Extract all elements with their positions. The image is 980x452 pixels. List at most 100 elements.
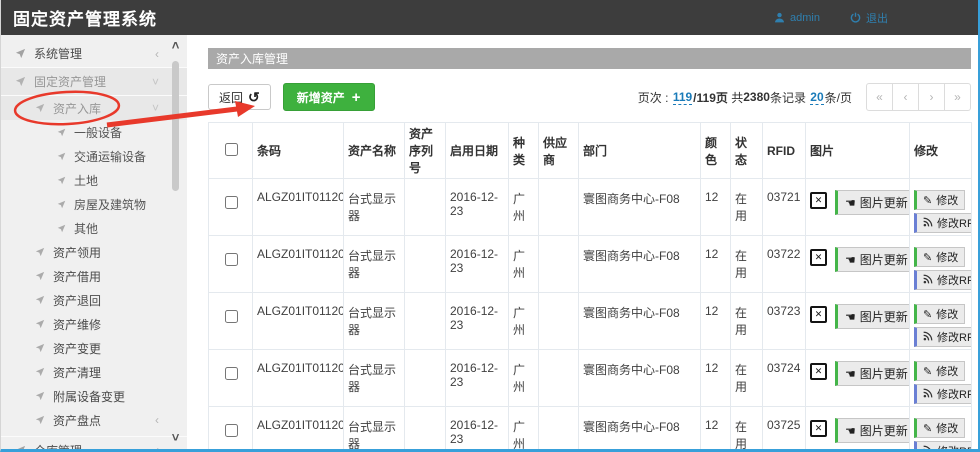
header-barcode: 条码 (253, 123, 344, 179)
hand-left-icon (845, 310, 856, 324)
cell-rfid: 03722 (763, 236, 806, 293)
update-image-button[interactable]: 图片更新 (835, 247, 910, 272)
edit-rfid-button[interactable]: 修改RFID (914, 384, 972, 404)
header-rfid: RFID (763, 123, 806, 179)
scroll-down-icon[interactable]: ˅ (168, 431, 183, 445)
sidebar-item-asset-inventory[interactable]: 资产盘点 ‹ (1, 408, 187, 432)
menu-arrow-icon (35, 367, 45, 377)
edit-button[interactable]: 修改 (914, 190, 965, 210)
prev-page-button[interactable]: ‹ (892, 83, 919, 111)
records-prefix: 共 (731, 89, 743, 106)
select-all-checkbox[interactable] (225, 143, 238, 156)
edit-icon (923, 422, 932, 435)
cell-serial (405, 179, 446, 236)
cell-category: 广州 (509, 179, 539, 236)
sidebar-item-transport-equipment[interactable]: 交通运输设备 (1, 144, 187, 168)
sidebar-item-asset-inbound[interactable]: 资产入库 ˅ (1, 96, 187, 120)
cell-start-date: 2016-12-23 (446, 350, 509, 407)
edit-icon (923, 365, 932, 378)
sidebar: 系统管理 ‹ 固定资产管理 ˅ 资产入库 ˅ 一般设备 交通运输设备 土地 房屋… (1, 35, 187, 449)
sidebar-item-asset-repair[interactable]: 资产维修 (1, 312, 187, 336)
pager-buttons: « ‹ › » (866, 83, 971, 111)
scrollbar-thumb[interactable] (172, 61, 179, 191)
sidebar-item-label: 其他 (74, 220, 98, 237)
sidebar-item-other[interactable]: 其他 (1, 216, 187, 240)
edit-rfid-label: 修改RFID (937, 215, 972, 231)
sidebar-item-asset-borrow[interactable]: 资产借用 (1, 264, 187, 288)
edit-button[interactable]: 修改 (914, 361, 965, 381)
row-checkbox[interactable] (225, 424, 238, 437)
sidebar-item-asset-return[interactable]: 资产退回 (1, 288, 187, 312)
cell-supplier (539, 350, 579, 407)
edit-button[interactable]: 修改 (914, 418, 965, 438)
edit-label: 修改 (936, 192, 958, 208)
edit-button[interactable]: 修改 (914, 304, 965, 324)
table-row: ALGZ01IT0112050017 台式显示器 2016-12-23 广州 寰… (209, 350, 972, 407)
sidebar-item-system-management[interactable]: 系统管理 ‹ (1, 40, 187, 68)
scroll-up-icon[interactable]: ˄ (168, 39, 183, 53)
cell-asset-name: 台式显示器 (344, 236, 405, 293)
user-menu[interactable]: admin (774, 12, 820, 24)
cell-status: 在用 (731, 350, 763, 407)
sidebar-item-asset-cleanup[interactable]: 资产清理 (1, 360, 187, 384)
sidebar-item-buildings[interactable]: 房屋及建筑物 (1, 192, 187, 216)
cell-serial (405, 407, 446, 452)
menu-arrow-icon (35, 271, 45, 281)
row-checkbox[interactable] (225, 196, 238, 209)
add-asset-button[interactable]: 新增资产 (283, 83, 375, 111)
first-page-button[interactable]: « (866, 83, 893, 111)
sidebar-item-asset-issue[interactable]: 资产领用 (1, 240, 187, 264)
logout-button[interactable]: 退出 (850, 10, 888, 26)
hand-left-icon (845, 367, 856, 381)
update-image-button[interactable]: 图片更新 (835, 304, 910, 329)
menu-arrow-icon (15, 76, 26, 87)
power-icon (850, 12, 861, 23)
panel-title-bar: 资产入库管理 (208, 48, 971, 69)
update-image-label: 图片更新 (860, 251, 908, 268)
row-checkbox[interactable] (225, 253, 238, 266)
sidebar-item-label: 资产借用 (53, 268, 101, 285)
edit-rfid-button[interactable]: 修改RFID (914, 327, 972, 347)
sidebar-item-fixed-asset-management[interactable]: 固定资产管理 ˅ (1, 68, 187, 96)
hand-left-icon (845, 424, 856, 438)
rss-icon (923, 217, 933, 230)
header-category: 种类 (509, 123, 539, 179)
header-status: 状态 (731, 123, 763, 179)
menu-arrow-icon (35, 319, 45, 329)
update-image-button[interactable]: 图片更新 (835, 190, 910, 215)
header-modify: 修改 (910, 123, 972, 179)
current-page-link[interactable]: 119 (673, 90, 692, 105)
edit-rfid-label: 修改RFID (937, 443, 972, 452)
menu-arrow-icon (35, 415, 45, 425)
total-pages: /119页 (693, 89, 728, 106)
cell-barcode: ALGZ01IT0112050018 (253, 407, 344, 452)
cell-start-date: 2016-12-23 (446, 293, 509, 350)
sidebar-item-asset-change[interactable]: 资产变更 (1, 336, 187, 360)
edit-rfid-button[interactable]: 修改RFID (914, 270, 972, 290)
edit-icon (923, 251, 932, 264)
edit-button[interactable]: 修改 (914, 247, 965, 267)
next-page-button[interactable]: › (918, 83, 945, 111)
per-page-suffix: 条/页 (825, 89, 852, 106)
row-checkbox[interactable] (225, 310, 238, 323)
per-page-link[interactable]: 20 (810, 90, 823, 105)
sidebar-item-label: 固定资产管理 (34, 73, 106, 90)
update-image-button[interactable]: 图片更新 (835, 418, 910, 443)
sidebar-item-general-equipment[interactable]: 一般设备 (1, 120, 187, 144)
update-image-button[interactable]: 图片更新 (835, 361, 910, 386)
sidebar-item-attached-equipment-change[interactable]: 附属设备变更 (1, 384, 187, 408)
edit-rfid-button[interactable]: 修改RFID (914, 441, 972, 452)
main-content: 资产入库管理 返回 新增资产 页次 : 119/119页 共2380条记录 20… (208, 35, 971, 452)
back-button[interactable]: 返回 (208, 84, 271, 110)
rss-icon (923, 331, 933, 344)
cell-department: 寰图商务中心-F08 (579, 350, 701, 407)
row-checkbox[interactable] (225, 367, 238, 380)
sidebar-item-land[interactable]: 土地 (1, 168, 187, 192)
sidebar-item-warehouse-management[interactable]: 仓库管理 ‹ (1, 436, 187, 452)
edit-icon (923, 308, 932, 321)
hand-left-icon (845, 196, 856, 210)
cell-department: 寰图商务中心-F08 (579, 179, 701, 236)
last-page-button[interactable]: » (944, 83, 971, 111)
edit-rfid-label: 修改RFID (937, 386, 972, 402)
edit-rfid-button[interactable]: 修改RFID (914, 213, 972, 233)
